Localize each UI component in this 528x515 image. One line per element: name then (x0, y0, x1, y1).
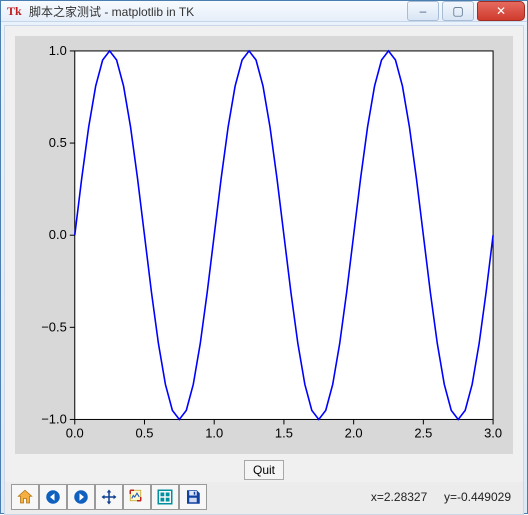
figure-canvas[interactable]: 0.0 0.5 1.0 1.5 2.0 2.5 3.0 −1.0 −0.5 0.0 0.5 1.0 (15, 36, 513, 454)
svg-text:−0.5: −0.5 (41, 319, 67, 334)
chart-plot: 0.0 0.5 1.0 1.5 2.0 2.5 3.0 −1.0 −0.5 0.0 0.5 1.0 (15, 36, 513, 454)
subplots-icon (156, 488, 174, 506)
svg-text:2.5: 2.5 (414, 425, 432, 440)
close-icon: ✕ (496, 4, 506, 18)
zoom-icon (128, 488, 146, 506)
back-button[interactable] (39, 484, 67, 510)
svg-text:−1.0: −1.0 (41, 411, 67, 426)
pan-button[interactable] (95, 484, 123, 510)
svg-text:Tk: Tk (7, 4, 22, 18)
titlebar[interactable]: Tk 脚本之家测试 - matplotlib in TK – ▢ ✕ (1, 1, 527, 22)
back-icon (44, 488, 62, 506)
maximize-icon: ▢ (452, 4, 463, 18)
home-button[interactable] (11, 484, 39, 510)
client-area: 0.0 0.5 1.0 1.5 2.0 2.5 3.0 −1.0 −0.5 0.0 0.5 1.0 Q… (4, 25, 524, 515)
nav-toolbar: x=2.28327 y=-0.449029 (5, 482, 523, 514)
minimize-icon: – (420, 4, 427, 18)
forward-icon (72, 488, 90, 506)
home-icon (16, 488, 34, 506)
svg-text:1.0: 1.0 (49, 43, 67, 58)
svg-text:1.0: 1.0 (205, 425, 223, 440)
coord-x: x=2.28327 (371, 490, 427, 504)
save-button[interactable] (179, 484, 207, 510)
svg-text:0.5: 0.5 (49, 135, 67, 150)
app-window: Tk 脚本之家测试 - matplotlib in TK – ▢ ✕ 0.00.… (0, 0, 528, 514)
svg-text:0.0: 0.0 (49, 227, 67, 242)
close-button[interactable]: ✕ (477, 1, 525, 21)
svg-text:3.0: 3.0 (484, 425, 502, 440)
subplots-button[interactable] (151, 484, 179, 510)
coord-y: y=-0.449029 (444, 490, 511, 504)
tk-icon: Tk (7, 3, 23, 19)
zoom-button[interactable] (123, 484, 151, 510)
svg-text:0.5: 0.5 (135, 425, 153, 440)
quit-row: Quit (5, 456, 523, 482)
svg-text:0.0: 0.0 (66, 425, 84, 440)
window-title: 脚本之家测试 - matplotlib in TK (29, 3, 404, 20)
minimize-button[interactable]: – (407, 1, 439, 21)
maximize-button[interactable]: ▢ (442, 1, 474, 21)
save-icon (184, 488, 202, 506)
svg-text:2.0: 2.0 (345, 425, 363, 440)
svg-text:1.5: 1.5 (275, 425, 293, 440)
cursor-coords: x=2.28327 y=-0.449029 (371, 490, 517, 504)
forward-button[interactable] (67, 484, 95, 510)
quit-button[interactable]: Quit (244, 460, 284, 480)
window-controls: – ▢ ✕ (404, 1, 525, 21)
pan-icon (100, 488, 118, 506)
